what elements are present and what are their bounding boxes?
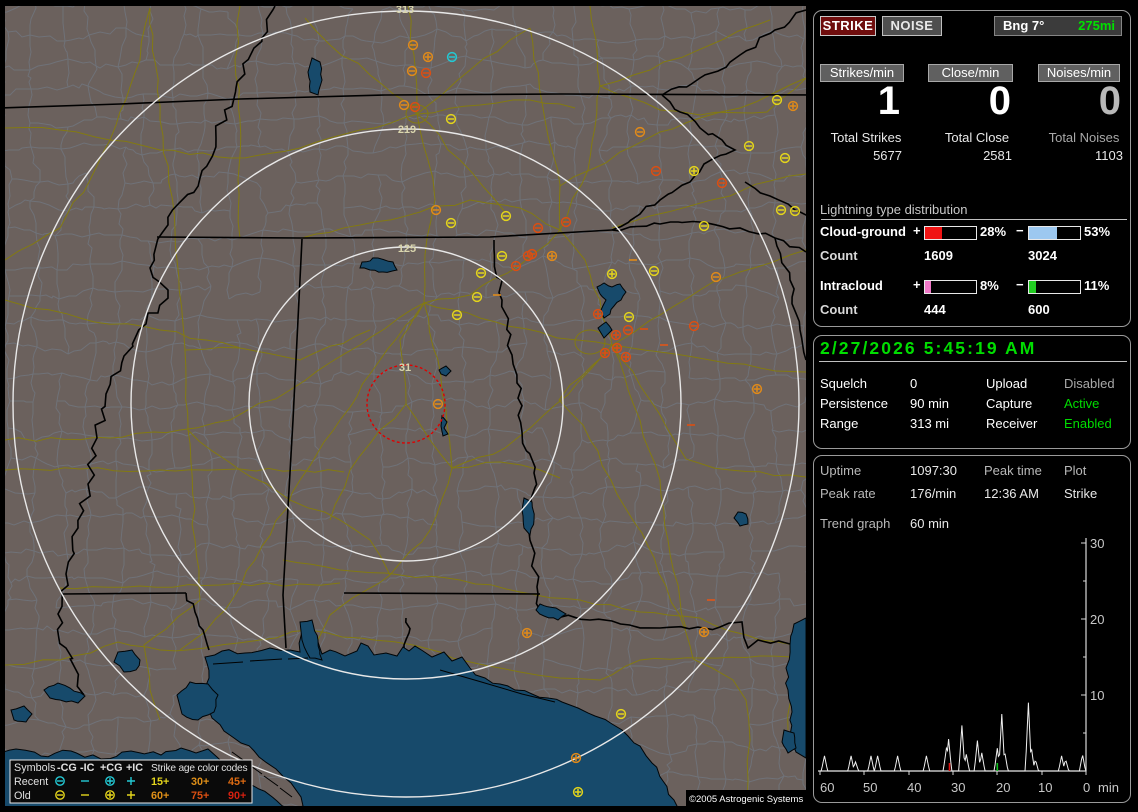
svg-text:45+: 45+	[228, 776, 246, 788]
svg-text:30: 30	[1090, 536, 1104, 551]
svg-text:219: 219	[398, 124, 416, 136]
svg-text:Old: Old	[14, 790, 31, 802]
svg-text:30+: 30+	[191, 776, 209, 788]
svg-text:40: 40	[907, 780, 921, 795]
svg-text:0: 0	[1083, 780, 1090, 795]
svg-text:+CG: +CG	[100, 762, 123, 774]
svg-text:©2005 Astrogenic Systems: ©2005 Astrogenic Systems	[689, 794, 803, 805]
svg-text:15+: 15+	[151, 776, 169, 788]
svg-text:Strike age color codes: Strike age color codes	[151, 763, 248, 774]
svg-text:Symbols: Symbols	[14, 762, 56, 774]
svg-text:10: 10	[1038, 780, 1052, 795]
svg-text:20: 20	[1090, 612, 1104, 627]
svg-text:30: 30	[951, 780, 965, 795]
svg-text:-IC: -IC	[80, 762, 95, 774]
svg-text:20: 20	[996, 780, 1010, 795]
svg-text:+IC: +IC	[126, 762, 143, 774]
svg-text:50: 50	[863, 780, 877, 795]
svg-text:min: min	[1098, 780, 1119, 795]
svg-text:Recent: Recent	[14, 776, 48, 788]
svg-text:90+: 90+	[228, 790, 246, 802]
svg-text:-CG: -CG	[57, 762, 77, 774]
svg-text:10: 10	[1090, 688, 1104, 703]
svg-text:75+: 75+	[191, 790, 209, 802]
svg-text:31: 31	[399, 362, 411, 374]
svg-text:60+: 60+	[151, 790, 169, 802]
svg-text:60: 60	[820, 780, 834, 795]
svg-text:125: 125	[398, 243, 416, 255]
